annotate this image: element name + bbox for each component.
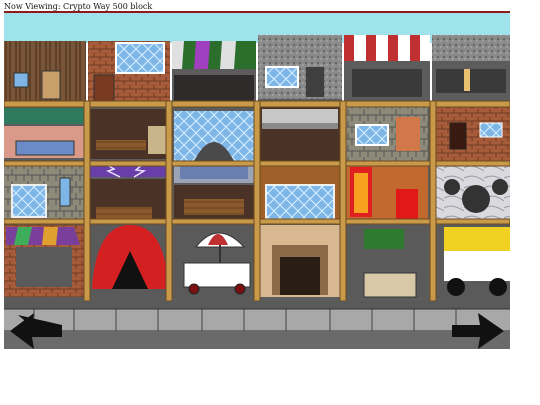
- sidewalk: [4, 308, 510, 349]
- street-scene: [4, 13, 510, 349]
- street-scene-canvas: [4, 13, 510, 349]
- building-1: [4, 41, 86, 301]
- now-viewing-label: Now Viewing: Crypto Way 500 block: [4, 2, 153, 11]
- building-3: [172, 41, 256, 301]
- building-6: [432, 35, 510, 301]
- building-2: [88, 41, 170, 301]
- street: [4, 301, 510, 309]
- building-4: [258, 35, 342, 301]
- building-5: [344, 35, 430, 301]
